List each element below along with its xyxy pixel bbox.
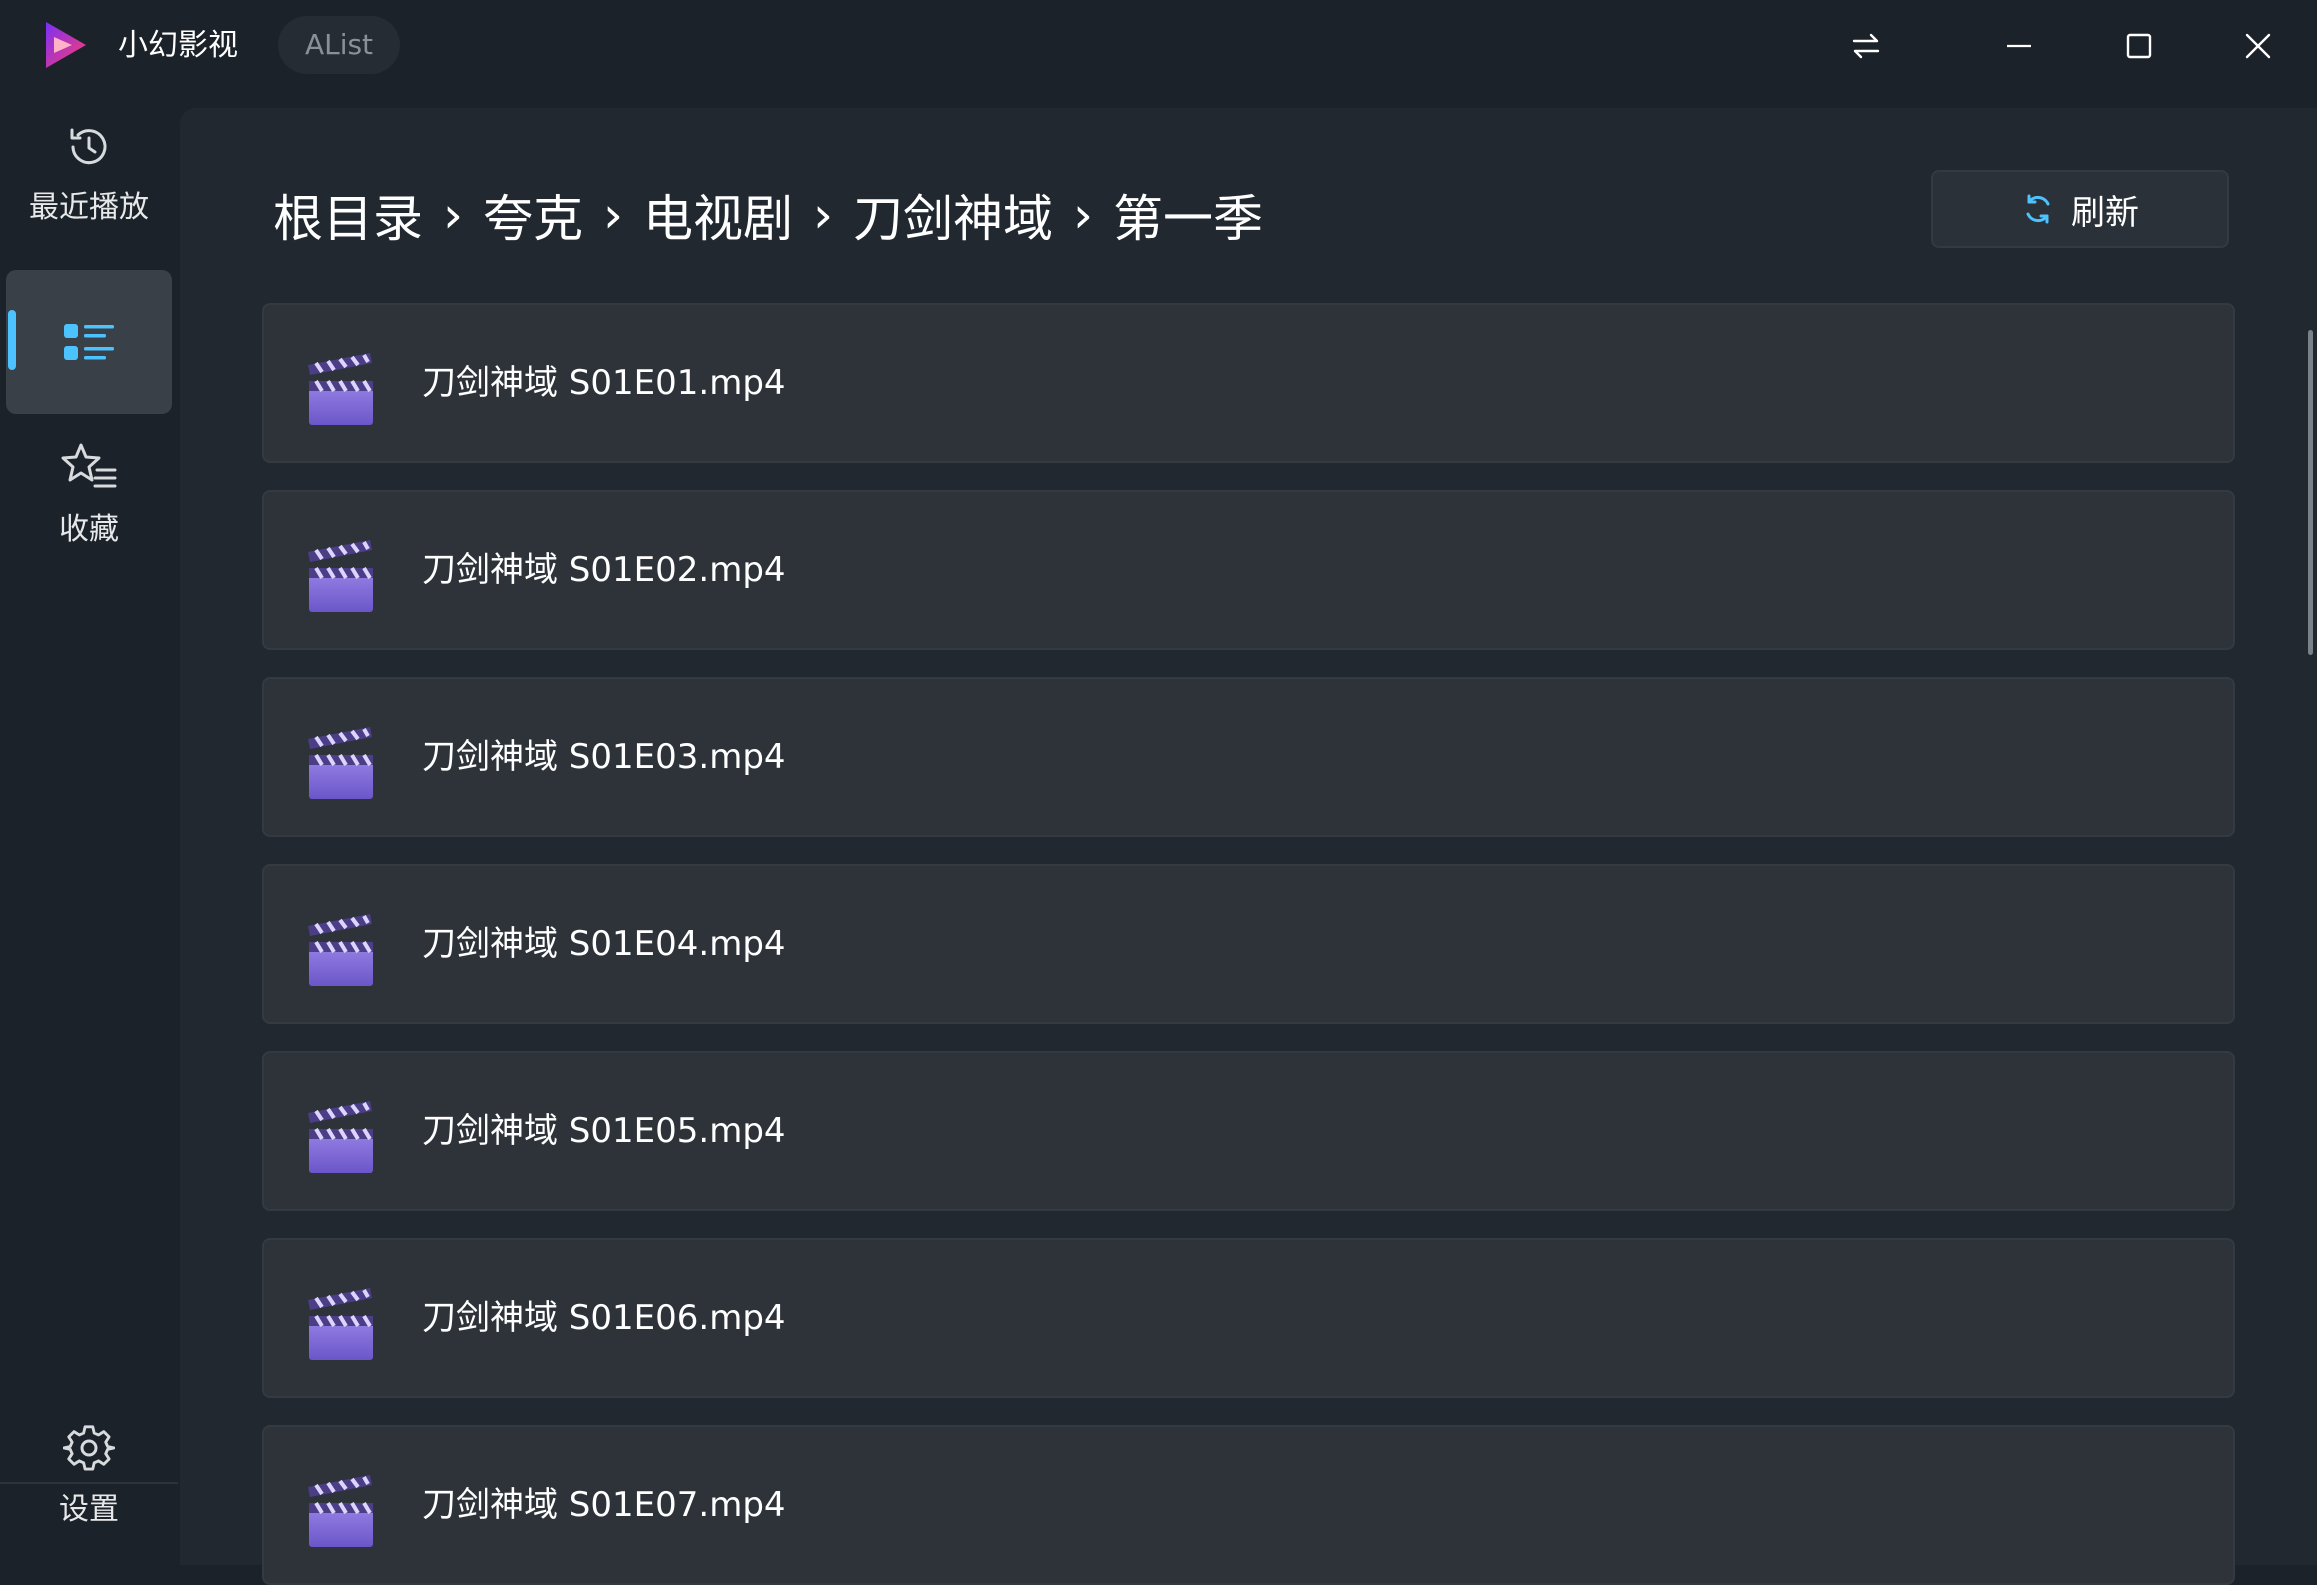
file-name: 刀剑神域 S01E05.mp4: [422, 1111, 786, 1151]
breadcrumb-item[interactable]: 根目录: [273, 179, 423, 251]
active-indicator: [8, 310, 16, 370]
sidebar-item-recent[interactable]: 最近播放: [6, 122, 172, 242]
file-name: 刀剑神域 S01E06.mp4: [422, 1298, 786, 1338]
breadcrumb: 根目录 › 夸克 › 电视剧 › 刀剑神域 › 第一季: [273, 180, 1263, 250]
swap-button[interactable]: [1840, 20, 1892, 72]
breadcrumb-item[interactable]: 刀剑神域: [853, 179, 1053, 251]
chevron-right-icon: ›: [813, 186, 833, 244]
star-list-icon: [61, 443, 117, 488]
clapperboard-icon: [308, 1475, 373, 1547]
file-name: 刀剑神域 S01E04.mp4: [422, 924, 786, 964]
clapperboard-icon: [308, 353, 373, 425]
maximize-button[interactable]: [2113, 20, 2165, 72]
chevron-right-icon: ›: [1073, 186, 1093, 244]
sidebar: 最近播放 收藏 设置: [0, 92, 178, 1565]
breadcrumb-item[interactable]: 电视剧: [643, 179, 793, 251]
file-item[interactable]: 刀剑神域 S01E04.mp4: [262, 864, 2235, 1024]
file-name: 刀剑神域 S01E07.mp4: [422, 1485, 786, 1525]
sidebar-item-list[interactable]: [6, 270, 172, 414]
gear-icon: [63, 1425, 115, 1471]
swap-icon: [1852, 33, 1880, 59]
file-name: 刀剑神域 S01E01.mp4: [422, 363, 786, 403]
sidebar-item-label: 设置: [59, 1492, 119, 1527]
file-item[interactable]: 刀剑神域 S01E01.mp4: [262, 303, 2235, 463]
source-tag[interactable]: AList: [278, 16, 400, 74]
close-button[interactable]: [2232, 20, 2284, 72]
main-content: 根目录 › 夸克 › 电视剧 › 刀剑神域 › 第一季 刷新 刀剑神域 S01E…: [180, 108, 2317, 1585]
chevron-right-icon: ›: [443, 186, 463, 244]
close-icon: [2245, 33, 2271, 59]
clapperboard-icon: [308, 1101, 373, 1173]
sidebar-item-label: 最近播放: [29, 190, 149, 225]
list-icon: [64, 324, 114, 360]
clapperboard-icon: [308, 540, 373, 612]
maximize-icon: [2126, 33, 2152, 59]
file-item[interactable]: 刀剑神域 S01E02.mp4: [262, 490, 2235, 650]
minimize-button[interactable]: [1993, 20, 2045, 72]
refresh-icon: [2026, 194, 2050, 224]
file-item[interactable]: 刀剑神域 S01E06.mp4: [262, 1238, 2235, 1398]
file-name: 刀剑神域 S01E02.mp4: [422, 550, 786, 590]
file-name: 刀剑神域 S01E03.mp4: [422, 737, 786, 777]
scrollbar-thumb[interactable]: [2308, 330, 2313, 655]
breadcrumb-item-current[interactable]: 第一季: [1113, 179, 1263, 251]
file-item[interactable]: 刀剑神域 S01E07.mp4: [262, 1425, 2235, 1585]
sidebar-item-settings[interactable]: 设置: [6, 1422, 172, 1542]
clapperboard-icon: [308, 914, 373, 986]
app-title: 小幻影视: [118, 28, 238, 63]
history-icon: [70, 128, 107, 165]
clapperboard-icon: [308, 727, 373, 799]
refresh-button[interactable]: 刷新: [1931, 170, 2229, 248]
title-bar: 小幻影视 AList: [0, 0, 2317, 92]
clapperboard-icon: [308, 1288, 373, 1360]
sidebar-item-favorites[interactable]: 收藏: [6, 442, 172, 562]
file-item[interactable]: 刀剑神域 S01E03.mp4: [262, 677, 2235, 837]
sidebar-item-label: 收藏: [59, 512, 119, 547]
minimize-icon: [2007, 44, 2031, 48]
file-item[interactable]: 刀剑神域 S01E05.mp4: [262, 1051, 2235, 1211]
app-logo-icon: [46, 22, 86, 68]
chevron-right-icon: ›: [603, 186, 623, 244]
refresh-label: 刷新: [2071, 192, 2139, 233]
breadcrumb-item[interactable]: 夸克: [483, 179, 583, 251]
